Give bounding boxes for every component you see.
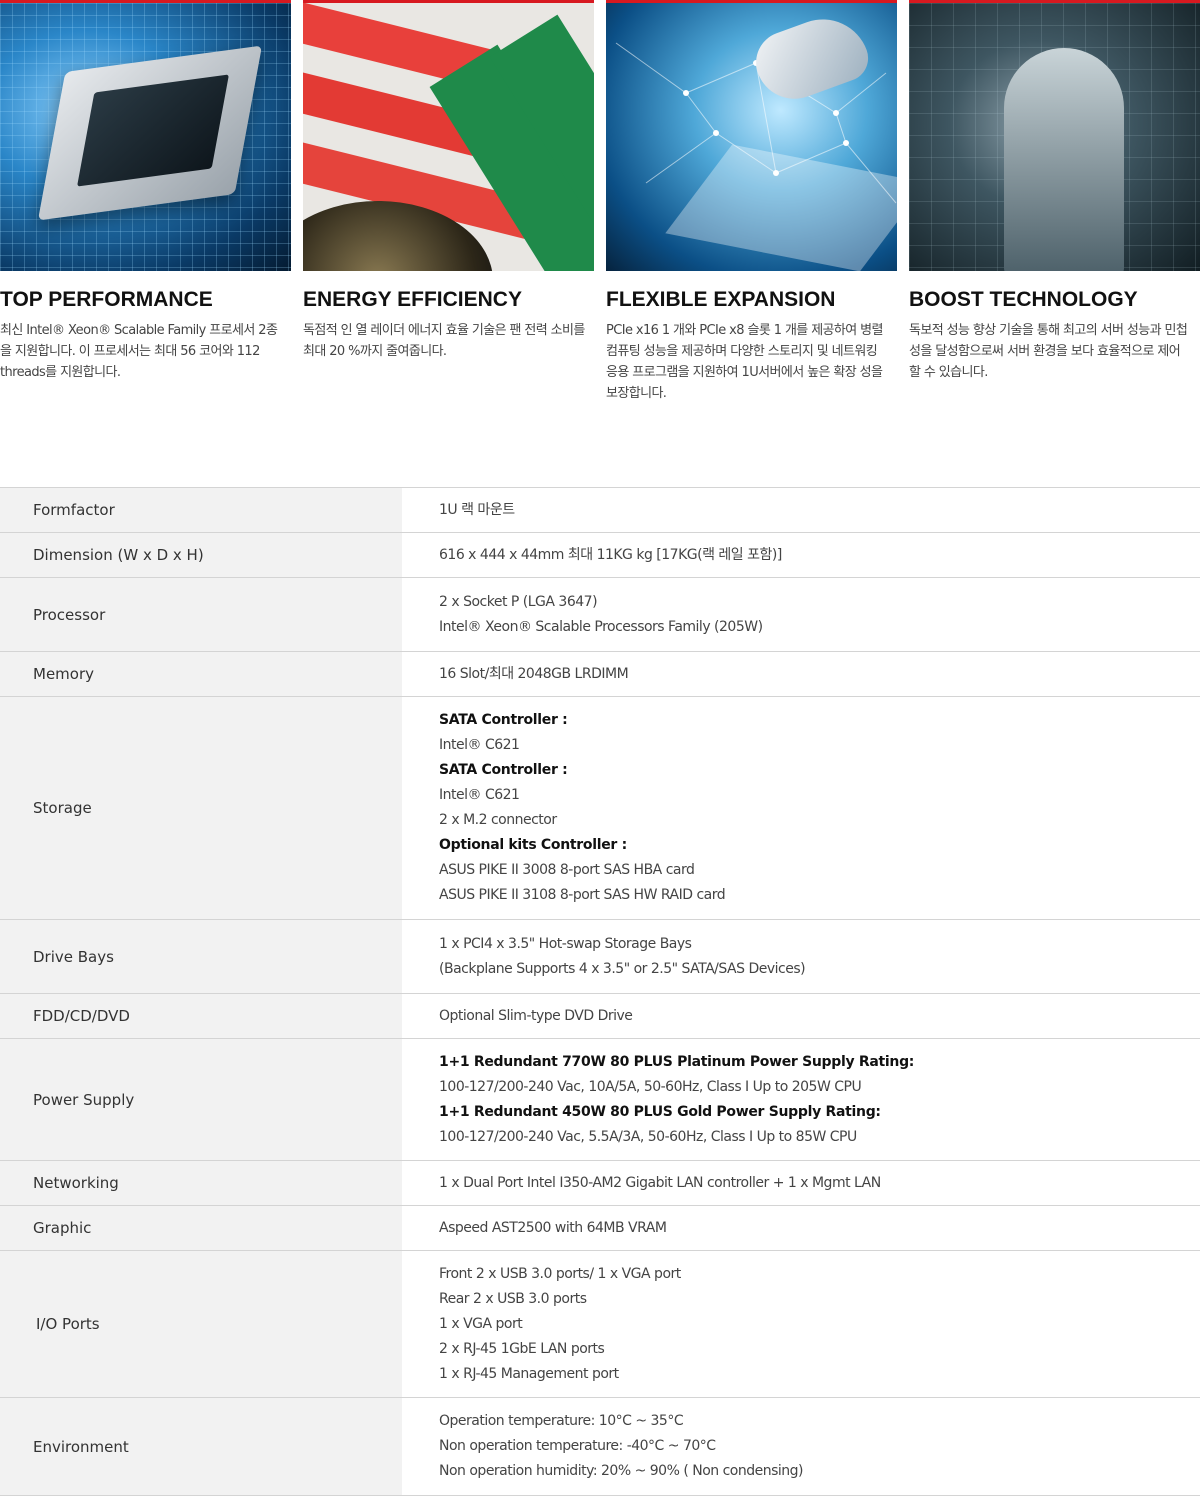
spec-row: Formfactor 1U 랙 마운트 [0, 488, 1200, 533]
spec-row: Drive Bays 1 x PCI4 x 3.5" Hot-swap Stora… [0, 920, 1200, 994]
spec-row: FDD/CD/DVD Optional Slim-type DVD Drive [0, 994, 1200, 1039]
spec-value-line: 2 x RJ-45 1GbE LAN ports [439, 1340, 605, 1357]
spec-label: Power Supply [0, 1039, 402, 1160]
spec-row: Processor 2 x Socket P (LGA 3647) Intel® X… [0, 578, 1200, 652]
spec-label: FDD/CD/DVD [0, 994, 402, 1038]
spec-value-line: 616 x 444 x 44mm 최대 11KG kg [17KG(랙 레일 포… [439, 546, 782, 563]
spec-value-line: Intel® Xeon® Scalable Processors Family … [439, 618, 763, 635]
spec-value: 616 x 444 x 44mm 최대 11KG kg [17KG(랙 레일 포… [402, 533, 1200, 577]
feature-title: FLEXIBLE EXPANSION [606, 288, 836, 311]
spec-row: Dimension (W x D x H) 616 x 444 x 44mm 최대… [0, 533, 1200, 578]
spec-value-line: 100-127/200-240 Vac, 10A/5A, 50-60Hz, Cl… [439, 1078, 862, 1095]
spec-value-line: 2 x M.2 connector [439, 812, 557, 828]
spec-table: Formfactor 1U 랙 마운트 Dimension (W x D x H) 6… [0, 487, 1200, 1496]
spec-value: Front 2 x USB 3.0 ports/ 1 x VGA port Rea… [402, 1251, 1200, 1397]
spec-value-line: Optional kits Controller : [439, 837, 627, 853]
spec-row: Power Supply 1+1 Redundant 770W 80 PLUS P… [0, 1039, 1200, 1161]
feature-description: 독점적 인 열 레이더 에너지 효율 기술은 팬 전력 소비를 최대 20 %까… [303, 323, 585, 359]
spec-label: Storage [0, 697, 402, 919]
spec-row: Networking 1 x Dual Port Intel I350-AM2 G… [0, 1161, 1200, 1206]
spec-value-line: 1+1 Redundant 770W 80 PLUS Platinum Powe… [439, 1053, 915, 1070]
spec-row: Storage SATA Controller : Intel® C621 SATA … [0, 697, 1200, 920]
spec-label: Memory [0, 652, 402, 696]
spec-value-line: 100-127/200-240 Vac, 5.5A/3A, 50-60Hz, C… [439, 1128, 857, 1145]
spec-value: 16 Slot/최대 2048GB LRDIMM [402, 652, 1200, 696]
spec-value-line: Front 2 x USB 3.0 ports/ 1 x VGA port [439, 1265, 681, 1282]
feature-description: 최신 Intel® Xeon® Scalable Family 프로세서 2종을… [0, 323, 278, 380]
spec-value-line: Operation temperature: 10°C ~ 35°C [439, 1413, 684, 1429]
spec-value-line: ASUS PIKE II 3008 8-port SAS HBA card [439, 862, 695, 878]
spec-value: 1 x PCI4 x 3.5" Hot-swap Storage Bays (Ba… [402, 920, 1200, 993]
spec-value: SATA Controller : Intel® C621 SATA Control… [402, 697, 1200, 919]
cpu-chip-image [0, 0, 291, 271]
spec-value-line: 1 x PCI4 x 3.5" Hot-swap Storage Bays [439, 935, 692, 952]
feature-card-boost-technology: BOOST TECHNOLOGY 독보적 성능 향상 기술을 통해 최고의 서버… [909, 0, 1200, 380]
feature-description: 독보적 성능 향상 기술을 통해 최고의 서버 성능과 민첩성을 달성함으로써 … [909, 323, 1188, 380]
feature-section: TOP PERFORMANCE 최신 Intel® Xeon® Scalable… [0, 0, 1200, 420]
feature-card-energy-efficiency: ENERGY EFFICIENCY 독점적 인 열 레이더 에너지 효율 기술은… [303, 0, 594, 359]
feature-card-flexible-expansion: FLEXIBLE EXPANSION PCIe x16 1 개와 PCIe x8… [606, 0, 897, 401]
spec-value: Operation temperature: 10°C ~ 35°C Non op… [402, 1398, 1200, 1495]
spec-value-line: SATA Controller : [439, 762, 568, 778]
spec-row: Memory 16 Slot/최대 2048GB LRDIMM [0, 652, 1200, 697]
spec-label: Environment [0, 1398, 402, 1495]
spec-value-line: 1 x Dual Port Intel I350-AM2 Gigabit LAN… [439, 1174, 881, 1191]
spec-value-line: Rear 2 x USB 3.0 ports [439, 1290, 587, 1307]
spec-label: Networking [0, 1161, 402, 1205]
spec-value-line: 1 x VGA port [439, 1315, 523, 1332]
spec-label: Graphic [0, 1206, 402, 1250]
feature-title: BOOST TECHNOLOGY [909, 288, 1138, 311]
network-hand-image [606, 0, 897, 271]
spec-label: Dimension (W x D x H) [0, 533, 402, 577]
spec-value-line: 2 x Socket P (LGA 3647) [439, 593, 598, 610]
spec-value-line: Optional Slim-type DVD Drive [439, 1007, 633, 1024]
spec-value: 2 x Socket P (LGA 3647) Intel® Xeon® Scal… [402, 578, 1200, 651]
spec-value-line: Non operation temperature: -40°C ~ 70°C [439, 1438, 716, 1454]
spec-value-line: 1 x RJ-45 Management port [439, 1365, 619, 1382]
spec-value: 1+1 Redundant 770W 80 PLUS Platinum Powe… [402, 1039, 1200, 1160]
spec-value-line: Intel® C621 [439, 787, 520, 803]
spec-value-line: 1U 랙 마운트 [439, 501, 515, 518]
spec-value: 1 x Dual Port Intel I350-AM2 Gigabit LAN… [402, 1161, 1200, 1205]
spec-value-line: Non operation humidity: 20% ~ 90% ( Non … [439, 1463, 804, 1479]
spec-value: 1U 랙 마운트 [402, 488, 1200, 532]
feature-description: PCIe x16 1 개와 PCIe x8 슬롯 1 개를 제공하여 병렬 컴퓨… [606, 323, 883, 401]
spec-value-line: 16 Slot/최대 2048GB LRDIMM [439, 665, 629, 682]
spec-value-line: ASUS PIKE II 3108 8-port SAS HW RAID car… [439, 887, 726, 903]
spec-value-line: Aspeed AST2500 with 64MB VRAM [439, 1219, 667, 1236]
spec-value-line: SATA Controller : [439, 712, 568, 728]
spec-row: Environment Operation temperature: 10°C ~… [0, 1398, 1200, 1496]
spec-label: Formfactor [0, 488, 402, 532]
spec-value-line: Intel® C621 [439, 737, 520, 753]
spec-row: Graphic Aspeed AST2500 with 64MB VRAM [0, 1206, 1200, 1251]
spec-value: Optional Slim-type DVD Drive [402, 994, 1200, 1038]
spec-value-line: 1+1 Redundant 450W 80 PLUS Gold Power Su… [439, 1103, 881, 1120]
spec-label: I/O Ports [0, 1251, 402, 1397]
spec-row: I/O Ports Front 2 x USB 3.0 ports/ 1 x VG… [0, 1251, 1200, 1398]
spec-value: Aspeed AST2500 with 64MB VRAM [402, 1206, 1200, 1250]
spec-label: Drive Bays [0, 920, 402, 993]
feature-card-top-performance: TOP PERFORMANCE 최신 Intel® Xeon® Scalable… [0, 0, 291, 380]
boost-figure-image [909, 0, 1200, 271]
feature-title: TOP PERFORMANCE [0, 288, 213, 311]
feature-title: ENERGY EFFICIENCY [303, 288, 522, 311]
battery-tester-image [303, 0, 594, 271]
spec-label: Processor [0, 578, 402, 651]
spec-value-line: (Backplane Supports 4 x 3.5" or 2.5" SAT… [439, 960, 806, 977]
